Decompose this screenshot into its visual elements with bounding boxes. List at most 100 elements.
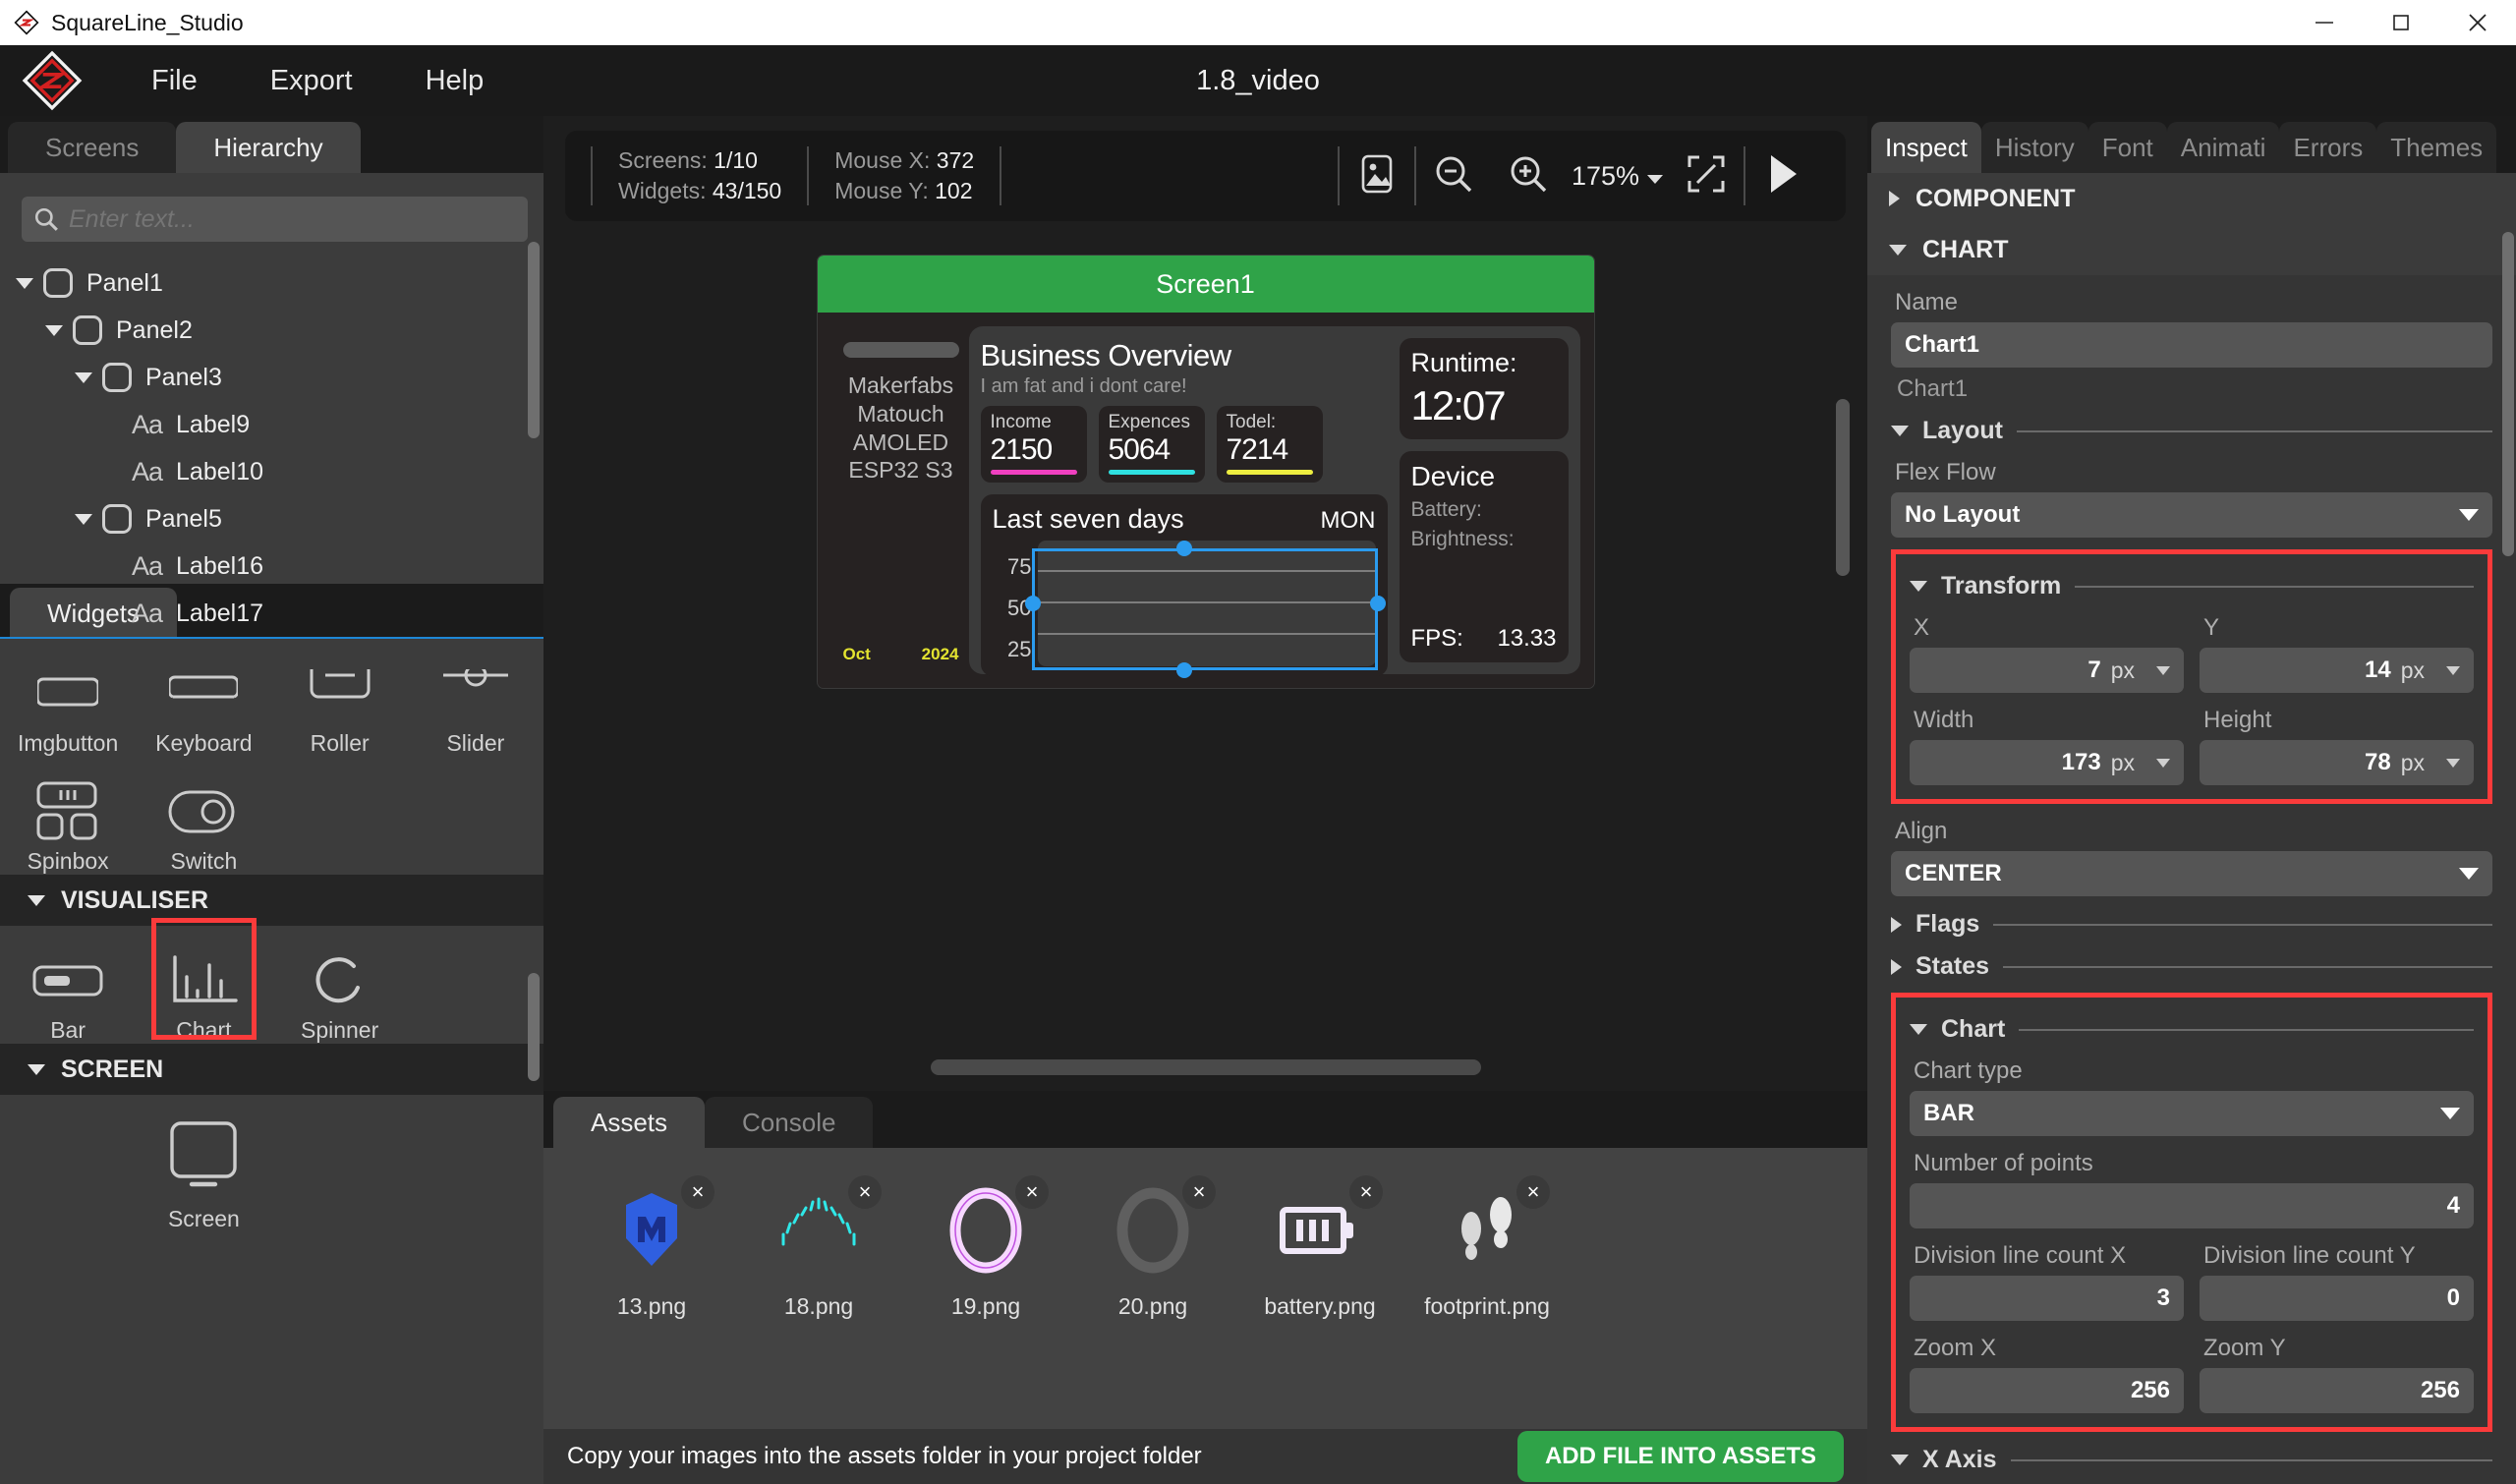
widget-spinbox[interactable]: Spinbox [0, 757, 136, 875]
play-button[interactable] [1745, 139, 1820, 213]
selection-handle-top[interactable] [1175, 541, 1192, 556]
remove-asset-button[interactable]: × [1516, 1175, 1550, 1209]
fit-screen-button[interactable] [1669, 139, 1744, 213]
remove-asset-button[interactable]: × [1182, 1175, 1216, 1209]
tree-node-label10[interactable]: Aa Label10 [0, 448, 543, 495]
chevron-down-icon [28, 894, 45, 906]
canvas-horizontal-scrollbar[interactable] [930, 1059, 1481, 1075]
asset-item[interactable]: × 20.png [1084, 1175, 1222, 1320]
sidebar-date: Oct 2024 [843, 645, 959, 664]
zoom-x-field[interactable]: 256 [1910, 1368, 2184, 1413]
tree-node-label16[interactable]: Aa Label16 [0, 542, 543, 590]
zoom-level-dropdown[interactable]: 175% [1566, 161, 1669, 192]
remove-asset-button[interactable]: × [848, 1175, 882, 1209]
width-field[interactable]: 173 px [1910, 740, 2184, 785]
chart-type-select[interactable]: BAR [1910, 1091, 2474, 1136]
align-select[interactable]: CENTER [1891, 851, 2492, 896]
tab-assets[interactable]: Assets [553, 1097, 706, 1148]
section-states[interactable]: States [1891, 952, 2492, 981]
tree-node-panel5[interactable]: Panel5 [0, 495, 543, 542]
menu-export[interactable]: Export [270, 65, 353, 97]
tree-node-label17[interactable]: Aa Label17 [0, 590, 543, 637]
points-field[interactable]: 4 [1910, 1183, 2474, 1228]
kpi-underline [1226, 470, 1313, 475]
asset-item[interactable]: × footprint.png [1418, 1175, 1556, 1320]
widget-imgbutton[interactable]: Imgbutton [0, 639, 136, 757]
tree-node-panel2[interactable]: Panel2 [0, 307, 543, 354]
tab-inspect[interactable]: Inspect [1871, 122, 1981, 173]
minimize-button[interactable] [2286, 0, 2363, 45]
label-icon: Aa [132, 550, 163, 581]
section-transform[interactable]: Transform [1910, 572, 2474, 600]
widget-spinner[interactable]: Spinner [272, 926, 408, 1044]
tab-screens[interactable]: Screens [8, 122, 177, 173]
division-x-field[interactable]: 3 [1910, 1276, 2184, 1321]
section-x-axis[interactable]: X Axis [1891, 1446, 2492, 1474]
window-title: SquareLine_Studio [51, 9, 244, 35]
asset-item[interactable]: × 18.png [750, 1175, 887, 1320]
remove-asset-button[interactable]: × [681, 1175, 715, 1209]
tab-themes[interactable]: Themes [2376, 122, 2497, 173]
canvas-vertical-scrollbar[interactable] [1836, 399, 1850, 576]
tab-hierarchy[interactable]: Hierarchy [176, 122, 361, 173]
palette-scrollbar[interactable] [528, 973, 540, 1081]
asset-item[interactable]: × battery.png [1251, 1175, 1389, 1320]
tab-errors[interactable]: Errors [2279, 122, 2377, 173]
group-chart[interactable]: CHART [1867, 224, 2516, 275]
close-button[interactable] [2439, 0, 2516, 45]
section-chart[interactable]: Chart [1910, 1015, 2474, 1044]
remove-asset-button[interactable]: × [1349, 1175, 1383, 1209]
canvas-area[interactable]: Screen1 Makerfabs Matouch AMOLED ESP32 S… [543, 222, 1867, 1091]
inspector-scrollbar[interactable] [2502, 232, 2514, 556]
remove-asset-button[interactable]: × [1015, 1175, 1049, 1209]
selection-handle-left[interactable] [1024, 596, 1041, 611]
height-field[interactable]: 78 px [2200, 740, 2474, 785]
zoom-in-button[interactable] [1491, 139, 1566, 213]
selection-handle-bottom[interactable] [1175, 662, 1192, 678]
widget-keyboard[interactable]: Keyboard [136, 639, 271, 757]
division-y-field[interactable]: 0 [2200, 1276, 2474, 1321]
add-file-into-assets-button[interactable]: ADD FILE INTO ASSETS [1516, 1431, 1844, 1482]
section-visualiser[interactable]: VISUALISER [0, 875, 543, 926]
tree-node-panel1[interactable]: Panel1 [0, 259, 543, 307]
section-layout[interactable]: Layout [1891, 417, 2492, 445]
group-component[interactable]: COMPONENT [1867, 173, 2516, 224]
widget-roller[interactable]: Roller [272, 639, 408, 757]
menu-help[interactable]: Help [426, 65, 485, 97]
section-screen[interactable]: SCREEN [0, 1044, 543, 1095]
section-flags[interactable]: Flags [1891, 910, 2492, 939]
maximize-button[interactable] [2363, 0, 2439, 45]
chevron-down-icon[interactable] [75, 371, 92, 383]
chart-plot-wrap: 75 50 25 [993, 541, 1386, 678]
widget-slider[interactable]: Slider [408, 639, 543, 757]
chevron-down-icon[interactable] [75, 513, 92, 525]
tab-history[interactable]: History [1980, 122, 2088, 173]
flex-flow-select[interactable]: No Layout [1891, 492, 2492, 538]
name-field[interactable]: Chart1 [1891, 322, 2492, 368]
widget-chart[interactable]: Chart [136, 918, 271, 1044]
chart-plot[interactable] [1037, 541, 1376, 666]
chevron-down-icon[interactable] [16, 277, 33, 289]
widget-bar[interactable]: Bar [0, 926, 136, 1044]
x-field[interactable]: 7 px [1910, 648, 2184, 693]
selection-handle-right[interactable] [1369, 596, 1386, 611]
zoom-y-field[interactable]: 256 [2200, 1368, 2474, 1413]
widget-switch[interactable]: Switch [136, 757, 271, 875]
chevron-down-icon[interactable] [45, 324, 63, 336]
hierarchy-scrollbar[interactable] [528, 242, 540, 438]
tree-node-panel3[interactable]: Panel3 [0, 354, 543, 401]
y-field[interactable]: 14 px [2200, 648, 2474, 693]
tab-console[interactable]: Console [705, 1097, 874, 1148]
zoom-out-button[interactable] [1416, 139, 1491, 213]
tab-animation[interactable]: Animati [2166, 122, 2280, 173]
search-input[interactable] [69, 204, 516, 234]
asset-item[interactable]: × 13.png [583, 1175, 720, 1320]
menu-file[interactable]: File [151, 65, 198, 97]
widget-label: Spinner [300, 1017, 379, 1043]
widget-screen[interactable]: Screen [136, 1095, 271, 1232]
asset-item[interactable]: × 19.png [917, 1175, 1055, 1320]
tab-font[interactable]: Font [2087, 122, 2167, 173]
hierarchy-search[interactable] [22, 197, 528, 242]
image-toggle-button[interactable] [1340, 139, 1414, 213]
tree-node-label9[interactable]: Aa Label9 [0, 401, 543, 448]
